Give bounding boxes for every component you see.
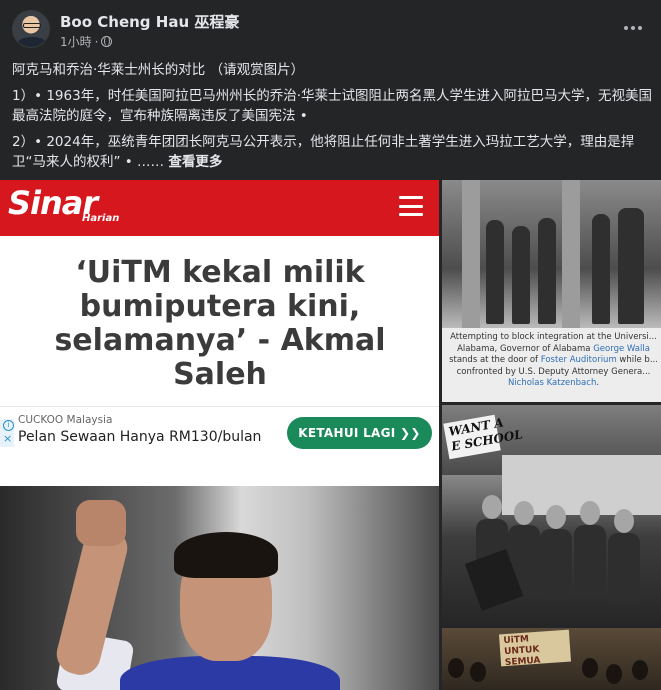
post-text: 阿克马和乔治·华莱士州长的对比 （请观赏图片） 1）• 1963年，时任美国阿拉… [12, 60, 652, 178]
avatar-glasses [23, 23, 41, 28]
ad-text: Pelan Sewaan Hanya RM130/bulan [18, 429, 262, 445]
ad-info-icon [0, 419, 14, 447]
historic-photo [442, 180, 661, 328]
caption-text: stands at the door of [449, 355, 541, 365]
photo-1963-schoolhouse-door[interactable]: Attempting to block integration at the U… [442, 180, 661, 402]
crowd-head [580, 501, 600, 525]
crowd-head [448, 658, 464, 678]
ad-brand: CUCKOO Malaysia [18, 414, 113, 426]
avatar-shirt [17, 37, 47, 47]
photo-sinar-article[interactable]: Sinar Harian ‘UiTM kekal milik bumiputer… [0, 180, 439, 690]
caption-link-wallace: George Walla [593, 343, 650, 354]
post-paragraph-2-text: 2）• 2024年，巫统青年团团长阿克马公开表示，他将阻止任何非土著学生进入玛拉… [12, 134, 635, 170]
article-headline: ‘UiTM kekal milik bumiputera kini, selam… [54, 255, 386, 392]
post-paragraph-title: 阿克马和乔治·华莱士州长的对比 （请观赏图片） [12, 62, 305, 78]
hamburger-menu-icon [399, 196, 423, 216]
crowd-body [608, 533, 640, 603]
more-options-icon[interactable] [619, 14, 647, 42]
globe-icon[interactable] [101, 36, 113, 47]
crowd-head [514, 501, 534, 525]
crowd-head [614, 509, 634, 533]
crowd-head [606, 664, 622, 684]
photo-pillar [562, 180, 580, 328]
politician-photo [0, 486, 439, 690]
photo-pillar [462, 180, 480, 328]
photo-caption: Attempting to block integration at the U… [446, 332, 661, 390]
caption-text: . [596, 378, 600, 388]
sinar-logo-sub: Harian [82, 213, 120, 224]
crowd-head [582, 658, 598, 678]
crowd-head [470, 662, 486, 682]
ad-banner: CUCKOO Malaysia Pelan Sewaan Hanya RM130… [0, 406, 439, 458]
crowd-body [574, 525, 606, 595]
photo-grid: Sinar Harian ‘UiTM kekal milik bumiputer… [0, 180, 661, 690]
ad-cta-button: KETAHUI LAGI ❯❯ [287, 417, 432, 449]
post-time[interactable]: 1小時 [60, 33, 92, 50]
post-meta: 1小時 · [60, 33, 113, 50]
protest-sign-2: UiTM UNTUK SEMUA [498, 629, 572, 668]
crowd-head [632, 660, 648, 680]
caption-link-katzenbach: Nicholas Katzenbach [507, 378, 597, 388]
photo-figure [486, 220, 504, 324]
meta-separator: · [94, 34, 99, 49]
photo-figure [538, 218, 556, 324]
post-paragraph-1: 1）• 1963年，时任美国阿拉巴马州州长的乔治·华莱士试图阻止两名黑人学生进入… [12, 88, 652, 124]
photo-fist [76, 500, 126, 546]
photo-body [120, 656, 340, 690]
crowd-head [482, 495, 502, 519]
photo-hair [174, 532, 278, 578]
crowd-head [546, 505, 566, 529]
author-avatar[interactable] [12, 10, 50, 48]
photo-figure [592, 214, 610, 324]
see-more-link[interactable]: 查看更多 [168, 154, 222, 170]
sinar-header-bar: Sinar Harian [0, 180, 439, 236]
caption-link-foster: Foster Auditorium [540, 355, 617, 365]
photo-figure [512, 226, 530, 324]
crowd-body [540, 529, 572, 599]
post-header: Boo Cheng Hau 巫程豪 1小時 · [0, 0, 661, 56]
author-name[interactable]: Boo Cheng Hau 巫程豪 [60, 11, 239, 32]
photo-figure [618, 208, 644, 324]
photo-1960s-protest[interactable]: WANT A E SCHOOL [442, 405, 661, 625]
post-paragraph-2: 2）• 2024年，巫统青年团团长阿克马公开表示，他将阻止任何非土著学生进入玛拉… [12, 132, 652, 172]
photo-student-protest[interactable]: UiTM UNTUK SEMUA [442, 628, 661, 690]
